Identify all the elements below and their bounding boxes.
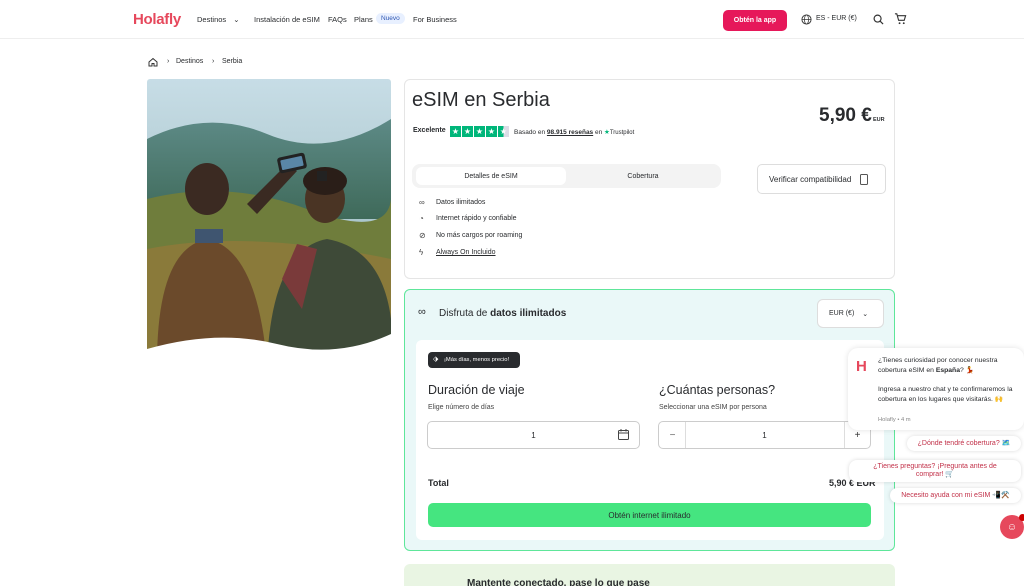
notification-dot [1019, 514, 1024, 521]
nav-faqs[interactable]: FAQs [328, 15, 347, 24]
currency-select[interactable]: EUR (€) ⌄ [817, 299, 884, 328]
feature-datos: Datos ilimitados [436, 199, 486, 206]
feature-internet: Internet rápido y confiable [436, 215, 517, 222]
trustpilot-logo: Trustpilot [609, 130, 635, 136]
get-app-button[interactable]: Obtén la app [723, 10, 787, 31]
hero-image [147, 79, 391, 364]
phone-check-icon [860, 173, 869, 185]
verify-compatibility-button[interactable]: Verificar compatibilidad [757, 164, 886, 194]
product-price: 5,90 € [819, 105, 872, 126]
breadcrumb-separator: › [212, 58, 215, 65]
people-title: ¿Cuántas personas? [659, 383, 776, 397]
total-label: Total [428, 478, 449, 488]
quick-reply-help[interactable]: Necesito ayuda con mi eSIM 📲⚒️ [890, 488, 1021, 503]
duration-subtitle: Elige número de días [428, 404, 495, 411]
nav-destinos[interactable]: Destinos ⌄ [197, 15, 240, 24]
infinity-icon: ∞ [418, 306, 426, 318]
chat-meta: Holafly • 4 m [878, 417, 911, 423]
nav-plans[interactable]: Plans [354, 15, 373, 24]
chat-icon: ☺ [1006, 521, 1018, 533]
no-roaming-icon: ⊘ [419, 231, 426, 240]
people-value[interactable]: 1 [762, 431, 766, 440]
decrement-button[interactable]: − [660, 422, 686, 448]
breadcrumb-destinos[interactable]: Destinos [176, 58, 203, 65]
nav-for-business[interactable]: For Business [413, 15, 457, 24]
new-badge: Nuevo [376, 13, 405, 24]
quick-reply-questions[interactable]: ¿Tienes preguntas? ¡Pregunta antes de co… [849, 460, 1021, 482]
home-icon[interactable] [148, 57, 158, 67]
star-icon: ★ [462, 126, 473, 137]
verify-label: Verificar compatibilidad [769, 174, 852, 184]
cart-icon[interactable] [894, 12, 907, 25]
chat-message-1: ¿Tienes curiosidad por conocer nuestra c… [878, 357, 998, 374]
holafly-chat-logo: H [856, 358, 867, 375]
globe-icon [801, 14, 812, 25]
calendar-icon[interactable] [618, 429, 629, 440]
infinity-icon: ∞ [419, 198, 425, 207]
holafly-logo[interactable]: Holafly [133, 11, 181, 28]
search-icon[interactable] [873, 14, 884, 25]
feature-always-on-link[interactable]: Always On Incluido [436, 249, 496, 256]
tab-cobertura[interactable]: Cobertura [570, 167, 716, 185]
bottom-teaser-text: Mantente conectado, pase lo que pase [467, 578, 650, 586]
reviews-text: Basado en 98.915 reseñas en ★Trustpilot [514, 129, 635, 136]
duration-title: Duración de viaje [428, 383, 525, 397]
duration-input[interactable]: 1 [427, 421, 640, 449]
speed-icon: ◔ [419, 214, 424, 223]
half-star-icon: ★ [498, 126, 509, 137]
get-unlimited-internet-button[interactable]: Obtén internet ilimitado [428, 503, 871, 527]
feature-roaming: No más cargos por roaming [436, 232, 523, 239]
tag-icon: ⬗ [433, 356, 439, 363]
plan-title: Disfruta de datos ilimitados [439, 308, 567, 319]
star-icon: ★ [474, 126, 485, 137]
price-currency: EUR [873, 117, 885, 123]
breadcrumb-serbia: Serbia [222, 58, 243, 65]
chat-message-2: Ingresa a nuestro chat y te confirmaremo… [878, 386, 1013, 403]
chevron-down-icon: ⌄ [862, 310, 869, 318]
people-stepper: 1 [658, 421, 871, 449]
reviews-link[interactable]: 98.915 reseñas [547, 129, 593, 136]
nav-instalacion[interactable]: Instalación de eSIM [254, 15, 320, 24]
people-subtitle: Seleccionar una eSIM por persona [659, 404, 767, 411]
chevron-down-icon: ⌄ [233, 15, 240, 24]
language-currency-selector[interactable]: ES - EUR (€) [816, 15, 857, 22]
star-icon: ★ [450, 126, 461, 137]
promo-badge: ¡Más días, menos precio! [428, 352, 520, 368]
product-title: eSIM en Serbia [412, 89, 550, 111]
quick-reply-coverage[interactable]: ¿Dónde tendré cobertura? 🗺️ [907, 436, 1021, 451]
rating-label: Excelente [413, 127, 446, 134]
lightning-icon: ϟ [419, 248, 424, 257]
tab-detalles[interactable]: Detalles de eSIM [416, 167, 566, 185]
star-icon: ★ [486, 126, 497, 137]
breadcrumb-separator: › [167, 58, 170, 65]
